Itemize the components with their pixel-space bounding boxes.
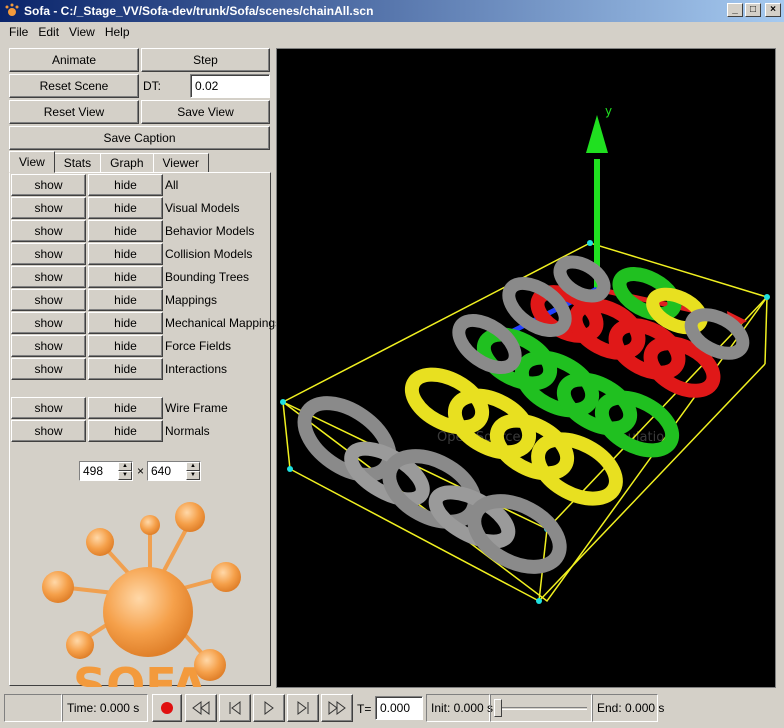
show-normals-button[interactable]: show [11, 420, 86, 442]
t-label: T= [357, 702, 372, 716]
tab-bar: View Stats Graph Viewer [9, 151, 209, 173]
show-mechanical-mappings-button[interactable]: show [11, 312, 86, 334]
scene-render: Open Source mulation y [280, 104, 770, 604]
viewport-height-spinbox[interactable]: 640 ▲ ▼ [147, 461, 201, 481]
sofa-logo-text: SOFA [73, 658, 207, 687]
minimize-button[interactable]: _ [727, 3, 743, 17]
row-label-mechanical-mappings: Mechanical Mappings [165, 316, 282, 330]
hide-all-button[interactable]: hide [88, 174, 163, 196]
slider-handle[interactable] [494, 699, 502, 717]
menu-view[interactable]: View [64, 25, 100, 39]
close-button[interactable]: × [765, 3, 781, 17]
dt-input[interactable]: 0.02 [190, 74, 270, 98]
init-display: Init: 0.000 s [426, 694, 493, 722]
row-label-all: All [165, 178, 179, 192]
viewport-width-spinbox[interactable]: 498 ▲ ▼ [79, 461, 133, 481]
show-bounding-trees-button[interactable]: show [11, 266, 86, 288]
hide-behavior-models-button[interactable]: hide [88, 220, 163, 242]
t-input[interactable]: 0.000 [375, 696, 423, 720]
hide-mechanical-mappings-button[interactable]: hide [88, 312, 163, 334]
menu-edit[interactable]: Edit [33, 25, 64, 39]
record-icon [161, 702, 173, 714]
step-backward-icon [229, 701, 241, 715]
menu-file[interactable]: File [4, 25, 33, 39]
tab-view[interactable]: View [9, 151, 55, 173]
control-panel: Animate Step Reset Scene DT: 0.02 Reset … [0, 44, 281, 688]
tab-stats[interactable]: Stats [53, 153, 102, 173]
row-label-wire-frame: Wire Frame [165, 401, 228, 415]
maximize-button[interactable]: □ [745, 3, 761, 17]
save-view-button[interactable]: Save View [141, 100, 270, 124]
step-forward-button[interactable] [287, 694, 319, 722]
status-blank [4, 694, 62, 722]
fast-forward-button[interactable] [321, 694, 353, 722]
size-separator: × [137, 464, 145, 478]
spin-down-icon[interactable]: ▼ [118, 471, 132, 480]
hide-interactions-button[interactable]: hide [88, 358, 163, 380]
animate-button[interactable]: Animate [9, 48, 139, 72]
rewind-icon [192, 701, 210, 715]
row-label-collision-models: Collision Models [165, 247, 253, 261]
viewport-height-value: 640 [151, 464, 172, 478]
reset-view-button[interactable]: Reset View [9, 100, 139, 124]
title-bar[interactable]: Sofa - C:/_Stage_VV/Sofa-dev/trunk/Sofa/… [0, 0, 784, 22]
save-caption-button[interactable]: Save Caption [9, 126, 270, 150]
step-backward-button[interactable] [219, 694, 251, 722]
menu-bar: File Edit View Help [0, 22, 784, 42]
menu-help[interactable]: Help [100, 25, 135, 39]
spin-down-icon[interactable]: ▼ [186, 471, 200, 480]
show-force-fields-button[interactable]: show [11, 335, 86, 357]
tab-viewer[interactable]: Viewer [152, 153, 209, 173]
hide-mappings-button[interactable]: hide [88, 289, 163, 311]
sofa-logo: SOFA [42, 502, 241, 687]
hide-force-fields-button[interactable]: hide [88, 335, 163, 357]
row-label-mappings: Mappings [165, 293, 218, 307]
spin-up-icon[interactable]: ▲ [186, 462, 200, 471]
spin-up-icon[interactable]: ▲ [118, 462, 132, 471]
rewind-button[interactable] [185, 694, 217, 722]
hide-wire-frame-button[interactable]: hide [88, 397, 163, 419]
show-collision-models-button[interactable]: show [11, 243, 86, 265]
row-label-force-fields: Force Fields [165, 339, 232, 353]
show-all-button[interactable]: show [11, 174, 86, 196]
step-forward-icon [297, 701, 309, 715]
status-bar: Time: 0.000 s T= 0.000 Init: 0.000 s End… [0, 691, 784, 728]
sofa-app-icon [5, 3, 19, 16]
row-label-interactions: Interactions [165, 362, 228, 376]
show-visual-models-button[interactable]: show [11, 197, 86, 219]
record-button[interactable] [152, 694, 182, 722]
show-interactions-button[interactable]: show [11, 358, 86, 380]
show-mappings-button[interactable]: show [11, 289, 86, 311]
step-button[interactable]: Step [141, 48, 270, 72]
hide-visual-models-button[interactable]: hide [88, 197, 163, 219]
row-label-bounding-trees: Bounding Trees [165, 270, 250, 284]
time-slider[interactable] [490, 694, 592, 722]
show-behavior-models-button[interactable]: show [11, 220, 86, 242]
reset-scene-button[interactable]: Reset Scene [9, 74, 139, 98]
axis-y-label: y [605, 104, 612, 118]
show-wire-frame-button[interactable]: show [11, 397, 86, 419]
hide-normals-button[interactable]: hide [88, 420, 163, 442]
viewport-width-value: 498 [83, 464, 104, 478]
time-display: Time: 0.000 s [62, 694, 148, 722]
play-icon [264, 701, 274, 715]
dt-label: DT: [143, 79, 161, 93]
slider-track [495, 707, 587, 710]
row-label-visual-models: Visual Models [165, 201, 240, 215]
3d-viewport[interactable]: Open Source mulation y [276, 48, 776, 688]
window-title: Sofa - C:/_Stage_VV/Sofa-dev/trunk/Sofa/… [24, 4, 374, 18]
hide-bounding-trees-button[interactable]: hide [88, 266, 163, 288]
fast-forward-icon [328, 701, 346, 715]
row-label-behavior-models: Behavior Models [165, 224, 255, 238]
hide-collision-models-button[interactable]: hide [88, 243, 163, 265]
play-button[interactable] [253, 694, 285, 722]
end-display: End: 0.000 s [592, 694, 664, 722]
tab-graph[interactable]: Graph [100, 153, 154, 173]
row-label-normals: Normals [165, 424, 210, 438]
